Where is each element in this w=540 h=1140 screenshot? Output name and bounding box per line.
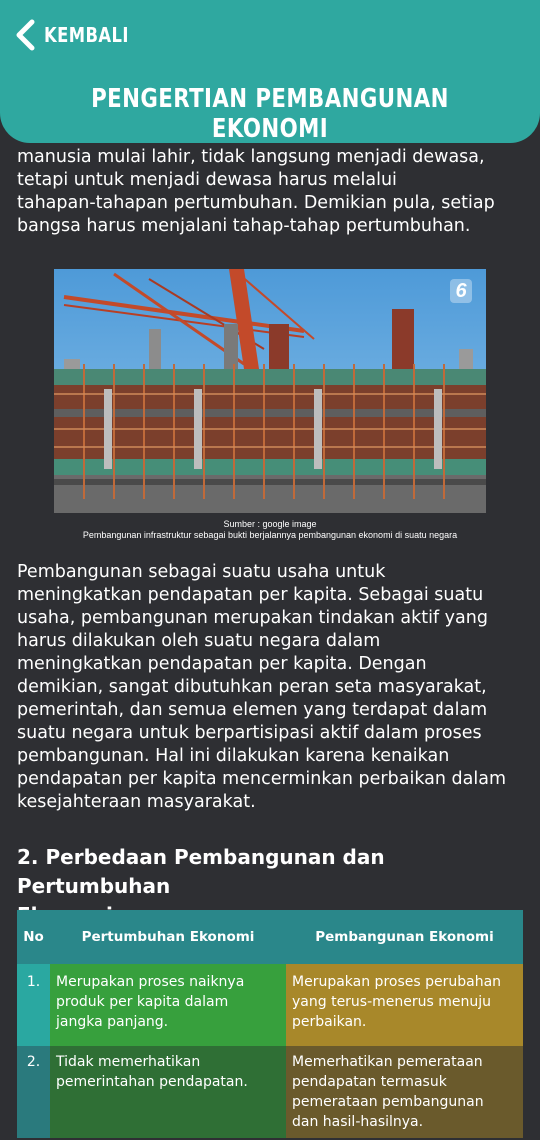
row-number: 2. (17, 1046, 50, 1138)
app-header: KEMBALI PENGERTIAN PEMBANGUNAN EKONOMI (0, 0, 540, 144)
header-development: Pembangunan Ekonomi (286, 910, 523, 964)
development-cell: Memerhatikan pemerataan pendapatan terma… (286, 1046, 523, 1138)
back-button[interactable]: KEMBALI (14, 18, 147, 52)
table-row: 1. Merupakan proses naiknya produk per k… (17, 964, 523, 1046)
cell-line: pemerataan pembangunan (292, 1094, 484, 1110)
body-line: harus dilakukan oleh suatu negara dalam (17, 631, 381, 651)
back-label: KEMBALI (44, 23, 129, 47)
body-line: kesejahteraan masyarakat. (17, 792, 256, 812)
cell-line: dan hasil-hasilnya. (292, 1114, 424, 1130)
cell-line: pendapatan termasuk (292, 1074, 447, 1090)
body-line: pemerintah, dan semua elemen yang terdap… (17, 700, 488, 720)
page-title: PENGERTIAN PEMBANGUNAN EKONOMI (91, 84, 449, 144)
chevron-left-icon (14, 19, 36, 51)
body-line: meningkatkan pendapatan per kapita. Deng… (17, 654, 427, 674)
cell-line: jangka panjang. (56, 1014, 169, 1030)
body-line: meningkatkan pendapatan per kapita. Seba… (17, 585, 484, 605)
cell-line: Memerhatikan pemerataan (292, 1054, 483, 1070)
intro-line: tahapan-tahapan pertumbuhan. Demikian pu… (17, 193, 495, 213)
body-paragraph: Pembangunan sebagai suatu usaha untuk me… (17, 561, 527, 814)
intro-line: bangsa harus menjalani tahap-tahap pertu… (17, 216, 471, 236)
body-line: demikian, sangat dibutuhkan peran seta m… (17, 677, 487, 697)
construction-photo: 6 (54, 269, 486, 513)
comparison-table: No Pertumbuhan Ekonomi Pembangunan Ekono… (17, 910, 523, 1138)
watermark-logo: 6 (450, 279, 472, 303)
table-row: 2. Tidak memerhatikan pemerintahan penda… (17, 1046, 523, 1138)
section-heading-line: 2. Perbedaan Pembangunan dan Pertumbuhan (17, 845, 385, 898)
body-line: usaha, pembangunan merupakan tindakan ak… (17, 608, 488, 628)
body-line: pembangunan. Hal ini dilakukan karena ke… (17, 746, 450, 766)
cell-line: perbaikan. (292, 1014, 367, 1030)
intro-paragraph: manusia mulai lahir, tidak langsung menj… (17, 146, 527, 238)
body-line: suatu negara untuk berpartisipasi aktif … (17, 723, 482, 743)
cell-line: Merupakan proses perubahan (292, 974, 502, 990)
row-number: 1. (17, 964, 50, 1046)
cell-line: Tidak memerhatikan (56, 1054, 201, 1070)
development-cell: Merupakan proses perubahan yang terus-me… (286, 964, 523, 1046)
intro-line: manusia mulai lahir, tidak langsung menj… (17, 147, 485, 167)
growth-cell: Tidak memerhatikan pemerintahan pendapat… (50, 1046, 286, 1138)
body-line: pendapatan per kapita mencerminkan perba… (17, 769, 506, 789)
body-line: Pembangunan sebagai suatu usaha untuk (17, 562, 386, 582)
cell-line: Merupakan proses naiknya (56, 974, 245, 990)
image-caption-source: Sumber : google image (223, 519, 317, 529)
header-no: No (17, 910, 50, 964)
cell-line: yang terus-menerus menuju (292, 994, 492, 1010)
header-growth: Pertumbuhan Ekonomi (50, 910, 286, 964)
table-header-row: No Pertumbuhan Ekonomi Pembangunan Ekono… (17, 910, 523, 964)
growth-cell: Merupakan proses naiknya produk per kapi… (50, 964, 286, 1046)
intro-line: tetapi untuk menjadi dewasa harus melalu… (17, 170, 397, 190)
cell-line: produk per kapita dalam (56, 994, 229, 1010)
cell-line: pemerintahan pendapatan. (56, 1074, 248, 1090)
image-caption-text: Pembangunan infrastruktur sebagai bukti … (82, 530, 458, 540)
